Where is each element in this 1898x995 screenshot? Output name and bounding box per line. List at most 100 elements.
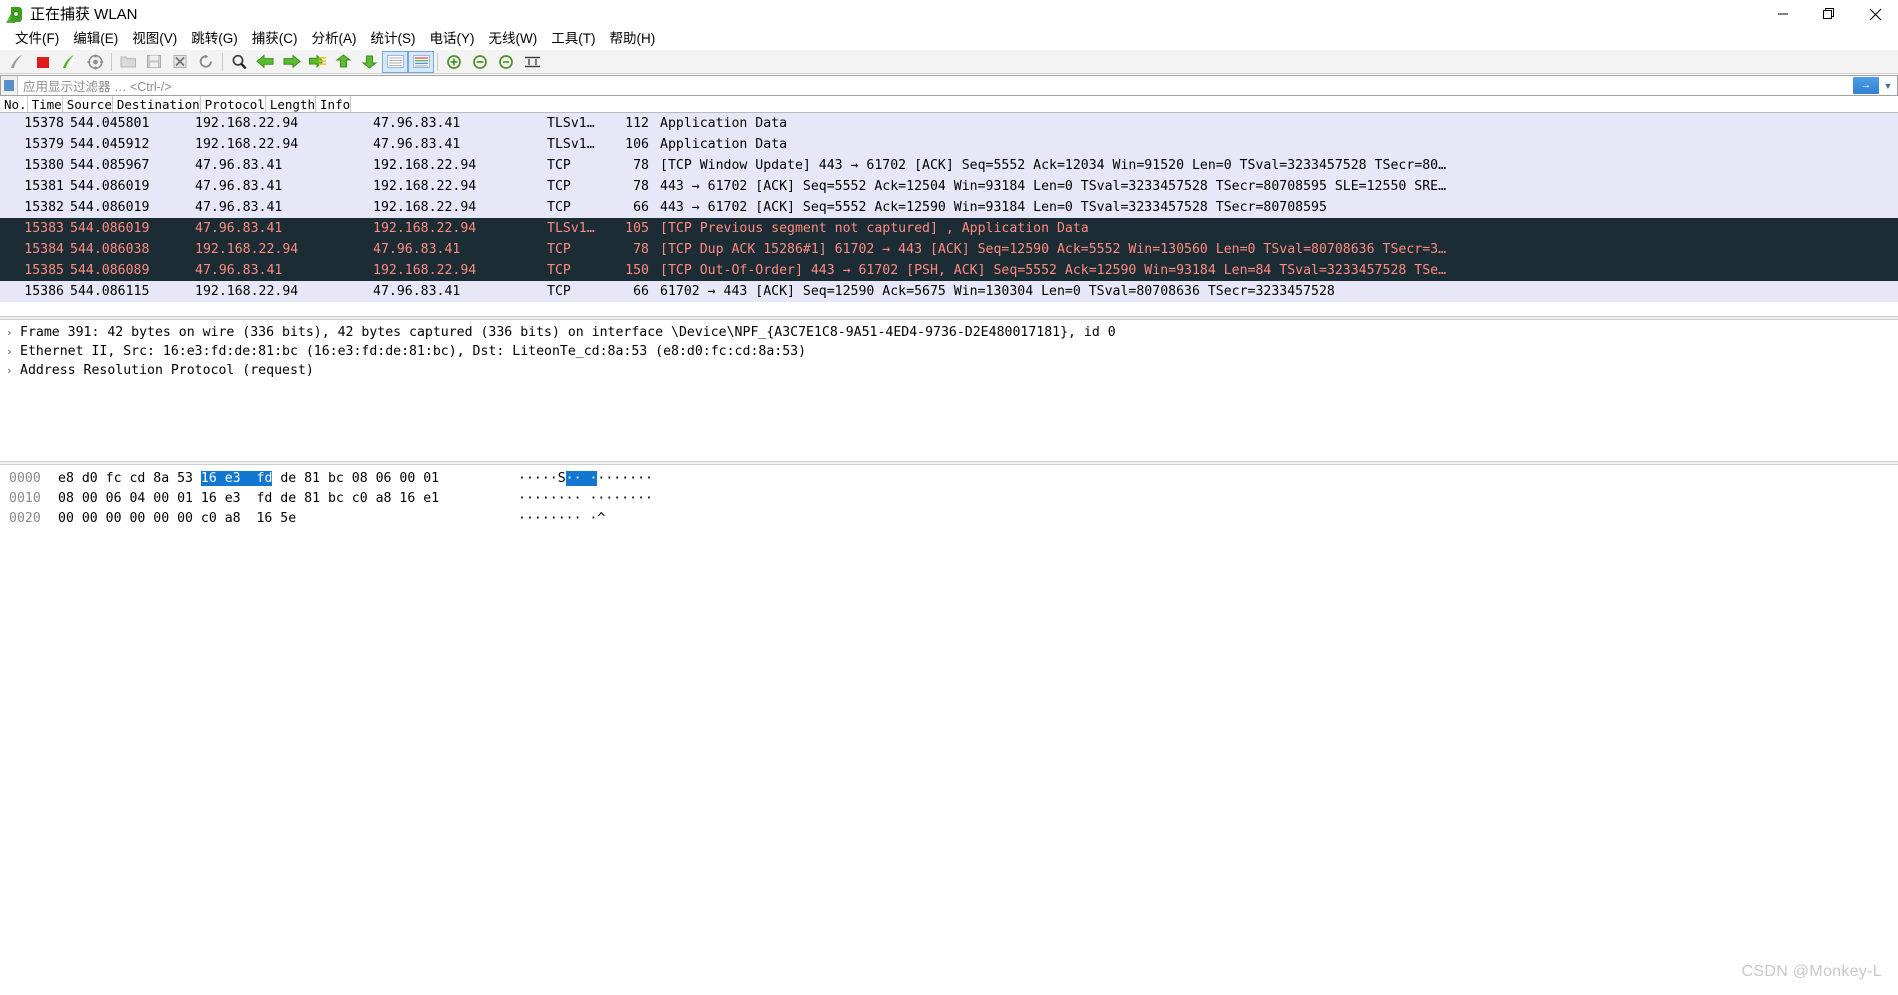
toolbar-separator xyxy=(222,52,223,71)
cell-destination: 47.96.83.41 xyxy=(373,242,461,257)
go-back-icon[interactable] xyxy=(252,51,278,73)
table-row[interactable]: 15386 544.086115 192.168.22.94 47.96.83.… xyxy=(0,281,1898,302)
zoom-in-icon[interactable] xyxy=(441,51,467,73)
column-header-source[interactable]: Source xyxy=(63,96,113,112)
column-header-time[interactable]: Time xyxy=(28,96,63,112)
cell-time: 544.086115 xyxy=(70,284,150,299)
cell-source: 47.96.83.41 xyxy=(195,158,283,173)
menu-tools[interactable]: 工具(T) xyxy=(544,29,602,49)
chevron-right-icon[interactable]: › xyxy=(6,342,20,361)
main-toolbar xyxy=(0,50,1898,74)
display-filter-input-wrap[interactable]: 应用显示过滤器 … <Ctrl-/> → ▼ xyxy=(0,75,1898,96)
chevron-down-icon[interactable]: ▼ xyxy=(1881,76,1895,95)
restart-capture-icon[interactable] xyxy=(56,51,82,73)
cell-destination: 192.168.22.94 xyxy=(373,158,477,173)
table-row[interactable]: 15381 544.086019 47.96.83.41 192.168.22.… xyxy=(0,176,1898,197)
column-header-length[interactable]: Length xyxy=(266,96,317,112)
go-first-packet-icon[interactable] xyxy=(330,51,356,73)
cell-no: 15380 xyxy=(24,158,64,173)
stop-capture-icon[interactable] xyxy=(30,51,56,73)
table-row[interactable]: 15382 544.086019 47.96.83.41 192.168.22.… xyxy=(0,197,1898,218)
cell-no: 15381 xyxy=(24,179,64,194)
reload-file-icon[interactable] xyxy=(193,51,219,73)
zoom-reset-icon[interactable] xyxy=(493,51,519,73)
packet-list-empty-space xyxy=(0,302,1898,316)
chevron-right-icon[interactable]: › xyxy=(6,361,20,380)
cell-destination: 47.96.83.41 xyxy=(373,284,461,299)
cell-time: 544.086019 xyxy=(70,200,150,215)
cell-time: 544.086038 xyxy=(70,242,150,257)
table-row[interactable]: 15383 544.086019 47.96.83.41 192.168.22.… xyxy=(0,218,1898,239)
cell-no: 15383 xyxy=(24,221,64,236)
cell-protocol: TCP xyxy=(547,242,571,257)
table-row[interactable]: 15378 544.045801 192.168.22.94 47.96.83.… xyxy=(0,113,1898,134)
save-file-icon[interactable] xyxy=(141,51,167,73)
hex-ascii-pre: ·····S xyxy=(518,471,566,486)
cell-info: 443 → 61702 [ACK] Seq=5552 Ack=12590 Win… xyxy=(660,200,1327,215)
open-file-icon[interactable] xyxy=(115,51,141,73)
go-forward-icon[interactable] xyxy=(278,51,304,73)
detail-row-frame[interactable]: › Frame 391: 42 bytes on wire (336 bits)… xyxy=(0,323,1898,342)
table-row[interactable]: 15379 544.045912 192.168.22.94 47.96.83.… xyxy=(0,134,1898,155)
cell-length: 112 xyxy=(625,116,649,131)
hex-ascii-post: ······· xyxy=(597,471,653,486)
menu-go[interactable]: 跳转(G) xyxy=(184,29,245,49)
packet-bytes-pane[interactable]: 0000 e8 d0 fc cd 8a 53 16 e3 fd de 81 bc… xyxy=(0,465,1898,529)
cell-info: [TCP Previous segment not captured] , Ap… xyxy=(660,221,1089,236)
menu-statistics[interactable]: 统计(S) xyxy=(364,29,423,49)
table-row[interactable]: 15384 544.086038 192.168.22.94 47.96.83.… xyxy=(0,239,1898,260)
column-header-protocol[interactable]: Protocol xyxy=(201,96,266,112)
menu-view[interactable]: 视图(V) xyxy=(125,29,184,49)
chevron-right-icon[interactable]: › xyxy=(6,323,20,342)
cell-length: 78 xyxy=(633,179,649,194)
start-capture-icon[interactable] xyxy=(4,51,30,73)
colorize-icon[interactable] xyxy=(408,50,434,73)
menu-edit[interactable]: 编辑(E) xyxy=(66,29,125,49)
table-row[interactable]: 15380 544.085967 47.96.83.41 192.168.22.… xyxy=(0,155,1898,176)
minimize-button[interactable] xyxy=(1760,0,1806,28)
detail-row-ethernet[interactable]: › Ethernet II, Src: 16:e3:fd:de:81:bc (1… xyxy=(0,342,1898,361)
menu-capture[interactable]: 捕获(C) xyxy=(245,29,305,49)
packet-list[interactable]: No. Time Source Destination Protocol Len… xyxy=(0,95,1898,316)
hex-offset: 0000 xyxy=(9,471,41,486)
cell-length: 106 xyxy=(625,137,649,152)
close-button[interactable] xyxy=(1852,0,1898,28)
cell-protocol: TLSv1… xyxy=(547,221,595,236)
cell-length: 78 xyxy=(633,242,649,257)
apply-filter-button[interactable]: → xyxy=(1853,77,1879,94)
column-header-info[interactable]: Info xyxy=(316,96,352,112)
hex-row[interactable]: 0020 00 00 00 00 00 00 c0 a8 16 5e ·····… xyxy=(0,509,1898,529)
cell-source: 192.168.22.94 xyxy=(195,116,299,131)
display-filter-bar: 应用显示过滤器 … <Ctrl-/> → ▼ xyxy=(0,74,1898,96)
hex-row[interactable]: 0010 08 00 06 04 00 01 16 e3 fd de 81 bc… xyxy=(0,489,1898,509)
display-filter-input[interactable]: 应用显示过滤器 … <Ctrl-/> xyxy=(18,76,1853,95)
cell-destination: 192.168.22.94 xyxy=(373,221,477,236)
hex-ascii-selected: ·· · xyxy=(565,471,598,486)
menu-file[interactable]: 文件(F) xyxy=(8,29,66,49)
auto-scroll-icon[interactable] xyxy=(382,50,408,73)
cell-length: 66 xyxy=(633,284,649,299)
cell-length: 105 xyxy=(625,221,649,236)
find-packet-icon[interactable] xyxy=(226,51,252,73)
detail-row-arp[interactable]: › Address Resolution Protocol (request) xyxy=(0,361,1898,380)
column-header-destination[interactable]: Destination xyxy=(113,96,201,112)
table-row[interactable]: 15385 544.086089 47.96.83.41 192.168.22.… xyxy=(0,260,1898,281)
resize-columns-icon[interactable] xyxy=(519,51,545,73)
cell-no: 15378 xyxy=(24,116,64,131)
packet-details-pane[interactable]: › Frame 391: 42 bytes on wire (336 bits)… xyxy=(0,320,1898,461)
menu-help[interactable]: 帮助(H) xyxy=(602,29,662,49)
filter-bookmark-icon[interactable] xyxy=(1,76,18,95)
zoom-out-icon[interactable] xyxy=(467,51,493,73)
column-header-no[interactable]: No. xyxy=(0,96,28,112)
capture-options-icon[interactable] xyxy=(82,51,108,73)
go-to-packet-icon[interactable] xyxy=(304,51,330,73)
hex-row[interactable]: 0000 e8 d0 fc cd 8a 53 16 e3 fd de 81 bc… xyxy=(0,469,1898,489)
close-file-icon[interactable] xyxy=(167,51,193,73)
cell-no: 15385 xyxy=(24,263,64,278)
menu-wireless[interactable]: 无线(W) xyxy=(482,29,545,49)
menu-analyze[interactable]: 分析(A) xyxy=(305,29,364,49)
menu-telephony[interactable]: 电话(Y) xyxy=(423,29,482,49)
toolbar-separator xyxy=(437,52,438,71)
maximize-button[interactable] xyxy=(1806,0,1852,28)
go-last-packet-icon[interactable] xyxy=(356,51,382,73)
